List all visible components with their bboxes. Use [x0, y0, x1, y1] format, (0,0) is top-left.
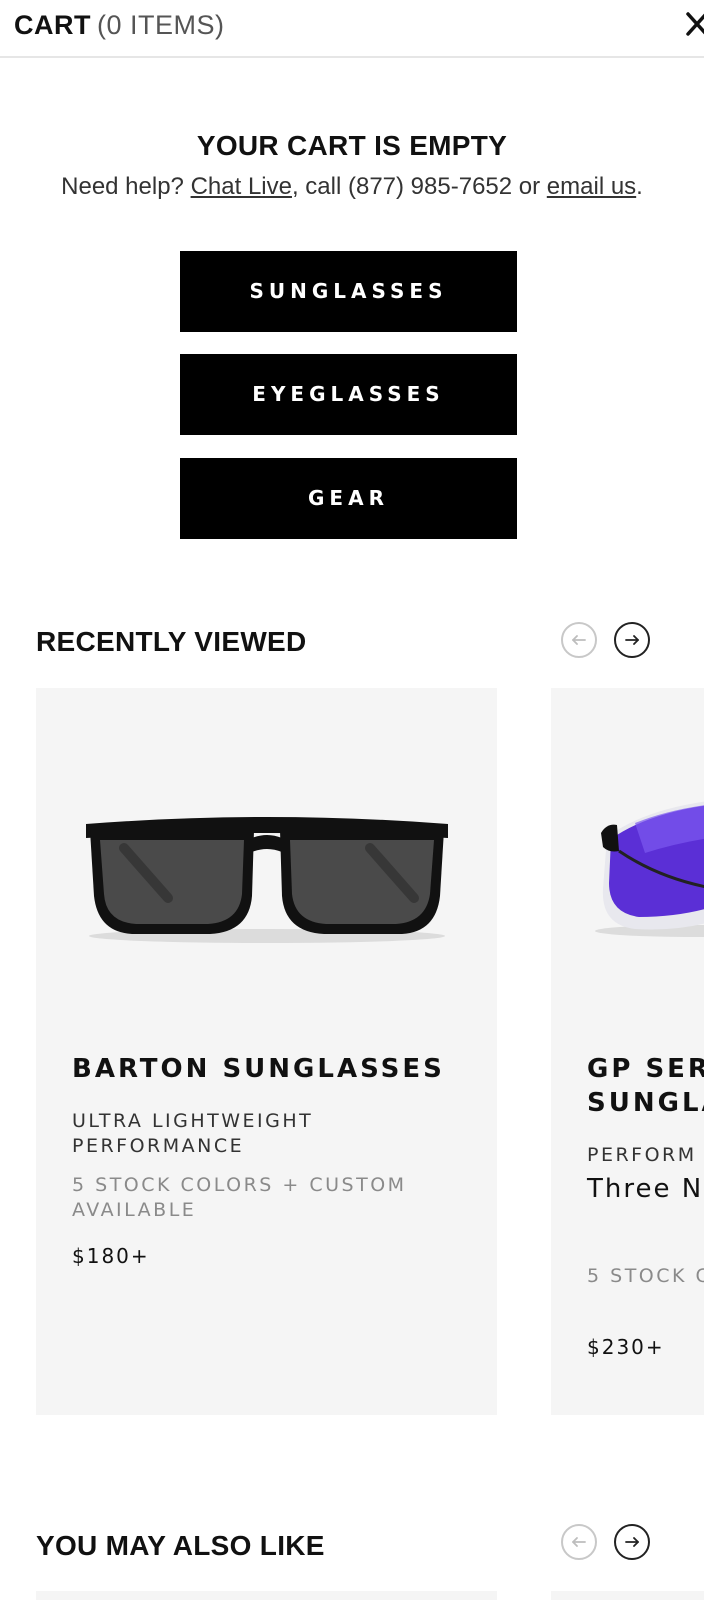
barton-sunglasses-image	[86, 817, 448, 943]
also-like-prev-button[interactable]	[561, 1524, 597, 1560]
help-suffix: .	[636, 173, 643, 200]
close-cart-button[interactable]	[684, 8, 704, 40]
product-price: $180+	[72, 1244, 150, 1268]
arrow-left-icon	[572, 1537, 586, 1547]
help-prefix: Need help?	[61, 173, 184, 200]
arrow-right-icon	[625, 635, 639, 645]
product-name-line-1: GP SER	[587, 1054, 704, 1084]
product-name: BARTON SUNGLASSES	[72, 1054, 445, 1084]
arrow-left-icon	[572, 635, 586, 645]
eyeglasses-button[interactable]: EYEGLASSES	[180, 354, 517, 435]
email-us-link[interactable]: email us	[547, 173, 636, 200]
cart-title-label: CART	[14, 10, 91, 40]
product-price: $230+	[587, 1335, 665, 1359]
also-like-next-button[interactable]	[614, 1524, 650, 1560]
cart-title: CART (0 ITEMS)	[14, 10, 225, 41]
product-name-line-2: SUNGLA	[587, 1088, 704, 1118]
product-note: Three N Options	[587, 1174, 704, 1204]
also-like-card-1[interactable]	[36, 1591, 497, 1600]
help-phone-text: , call (877) 985-7652 or	[291, 173, 541, 200]
close-icon	[686, 12, 704, 36]
sunglasses-button[interactable]: SUNGLASSES	[180, 251, 517, 332]
product-name: GP SER SUNGLA	[587, 1052, 704, 1120]
product-card-gp-series[interactable]: GP SER SUNGLA PERFORM Three N Options 5 …	[551, 688, 704, 1415]
help-text: Need help? Chat Live, call (877) 985-765…	[0, 173, 704, 201]
cart-item-count: (0 ITEMS)	[97, 10, 225, 40]
product-subtitle: ULTRA LIGHTWEIGHT PERFORMANCE	[72, 1110, 314, 1157]
recently-viewed-title: RECENTLY VIEWED	[36, 626, 307, 657]
recently-viewed-prev-button[interactable]	[561, 622, 597, 658]
product-colors: 5 STOCK COLORS + CUSTOM AVAILABLE	[72, 1174, 407, 1221]
product-colors: 5 STOCK C AVAILABL	[587, 1265, 704, 1287]
gear-button[interactable]: GEAR	[180, 458, 517, 539]
product-card-barton[interactable]: BARTON SUNGLASSES ULTRA LIGHTWEIGHT PERF…	[36, 688, 497, 1415]
arrow-right-icon	[625, 1537, 639, 1547]
you-may-also-like-title: YOU MAY ALSO LIKE	[36, 1530, 325, 1561]
product-subtitle: PERFORM	[587, 1144, 697, 1166]
gp-series-sunglasses-image	[595, 801, 704, 937]
also-like-card-2[interactable]	[551, 1591, 704, 1600]
chat-live-link[interactable]: Chat Live	[191, 173, 292, 200]
cart-header: CART (0 ITEMS)	[0, 0, 704, 58]
recently-viewed-next-button[interactable]	[614, 622, 650, 658]
empty-cart-title: YOUR CART IS EMPTY	[196, 130, 508, 161]
